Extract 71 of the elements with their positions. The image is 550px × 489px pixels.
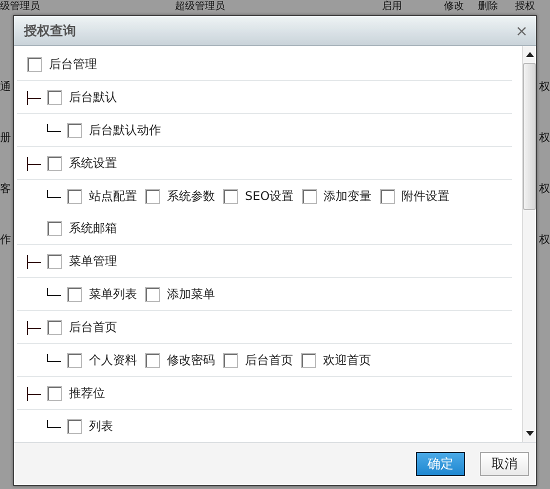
table-cell-text: 客 bbox=[0, 182, 11, 195]
authorize-link[interactable]: 权 bbox=[539, 233, 550, 246]
checkbox-label: 添加变量 bbox=[324, 189, 372, 203]
checkbox-label: 系统参数 bbox=[167, 189, 215, 203]
tree-branch-line bbox=[27, 90, 41, 105]
checkbox-label: 附件设置 bbox=[402, 189, 450, 203]
scrollbar[interactable] bbox=[522, 46, 536, 442]
table-cell-text: 级管理员 bbox=[0, 0, 40, 14]
checkbox[interactable] bbox=[302, 189, 317, 204]
checkbox-label: 后台首页 bbox=[245, 353, 293, 367]
close-button[interactable]: × bbox=[513, 22, 530, 40]
checkbox[interactable] bbox=[145, 189, 160, 204]
table-cell-text: 通 bbox=[0, 80, 11, 93]
table-cell-text: 启用 bbox=[382, 0, 402, 14]
checkbox-label: 后台默认动作 bbox=[89, 123, 161, 137]
checkbox[interactable] bbox=[301, 353, 316, 368]
checkbox[interactable] bbox=[145, 353, 160, 368]
checkbox[interactable] bbox=[67, 419, 82, 434]
checkbox-label: 后台首页 bbox=[69, 320, 117, 334]
tree-branch-line bbox=[27, 386, 41, 401]
checkbox-label: 系统设置 bbox=[69, 156, 117, 170]
checkbox-label: SEO设置 bbox=[245, 189, 294, 203]
checkbox-label: 欢迎首页 bbox=[323, 353, 371, 367]
checkbox-label: 列表 bbox=[89, 419, 113, 433]
authorize-link[interactable]: 权 bbox=[539, 131, 550, 144]
checkbox[interactable] bbox=[223, 353, 238, 368]
checkbox-label: 修改密码 bbox=[167, 353, 215, 367]
checkbox-label: 菜单列表 bbox=[89, 287, 137, 301]
table-cell-text: 作 bbox=[0, 233, 11, 246]
checkbox[interactable] bbox=[47, 386, 62, 402]
cancel-button[interactable]: 取消 bbox=[480, 452, 529, 476]
checkbox-label: 后台管理 bbox=[49, 57, 97, 71]
tree-branch-line bbox=[47, 124, 61, 132]
checkbox-label: 后台默认 bbox=[69, 90, 117, 104]
checkbox-label: 系统邮箱 bbox=[69, 221, 117, 235]
scroll-up-arrow-icon[interactable] bbox=[526, 52, 534, 57]
scroll-down-arrow-icon[interactable] bbox=[526, 431, 534, 436]
tree-branch-line bbox=[47, 288, 61, 296]
checkbox-label: 个人资料 bbox=[89, 353, 137, 367]
checkbox[interactable] bbox=[67, 189, 82, 204]
checkbox[interactable] bbox=[47, 254, 62, 270]
scrollbar-thumb[interactable] bbox=[523, 63, 536, 210]
checkbox[interactable] bbox=[67, 287, 82, 302]
checkbox[interactable] bbox=[47, 90, 62, 106]
checkbox[interactable] bbox=[145, 287, 160, 302]
authorize-link[interactable]: 权 bbox=[539, 182, 550, 195]
checkbox-label: 菜单管理 bbox=[69, 254, 117, 268]
checkbox[interactable] bbox=[67, 123, 82, 138]
table-cell-text: 超级管理员 bbox=[175, 0, 225, 14]
dialog-title: 授权查询 bbox=[24, 22, 76, 40]
checkbox[interactable] bbox=[47, 156, 62, 172]
table-cell-text: 授权 bbox=[515, 0, 535, 14]
checkbox-label: 站点配置 bbox=[89, 189, 137, 203]
tree-branch-line bbox=[47, 190, 61, 198]
checkbox[interactable] bbox=[223, 189, 238, 204]
table-cell-text: 修改 bbox=[444, 0, 464, 14]
tree-branch-line bbox=[27, 320, 41, 335]
checkbox[interactable] bbox=[47, 320, 62, 336]
checkbox-label: 推荐位 bbox=[69, 386, 105, 400]
table-cell-text: 删除 bbox=[478, 0, 498, 14]
table-cell-text: 册 bbox=[0, 131, 11, 144]
checkbox[interactable] bbox=[47, 221, 62, 236]
checkbox[interactable] bbox=[380, 189, 395, 204]
tree-branch-line bbox=[47, 354, 61, 362]
checkbox[interactable] bbox=[27, 57, 42, 72]
checkbox[interactable] bbox=[67, 353, 82, 368]
tree-branch-line bbox=[27, 156, 41, 171]
authorize-link[interactable]: 权 bbox=[539, 80, 550, 93]
tree-branch-line bbox=[27, 254, 41, 269]
tree-branch-line bbox=[47, 420, 61, 428]
checkbox-label: 添加菜单 bbox=[167, 287, 215, 301]
